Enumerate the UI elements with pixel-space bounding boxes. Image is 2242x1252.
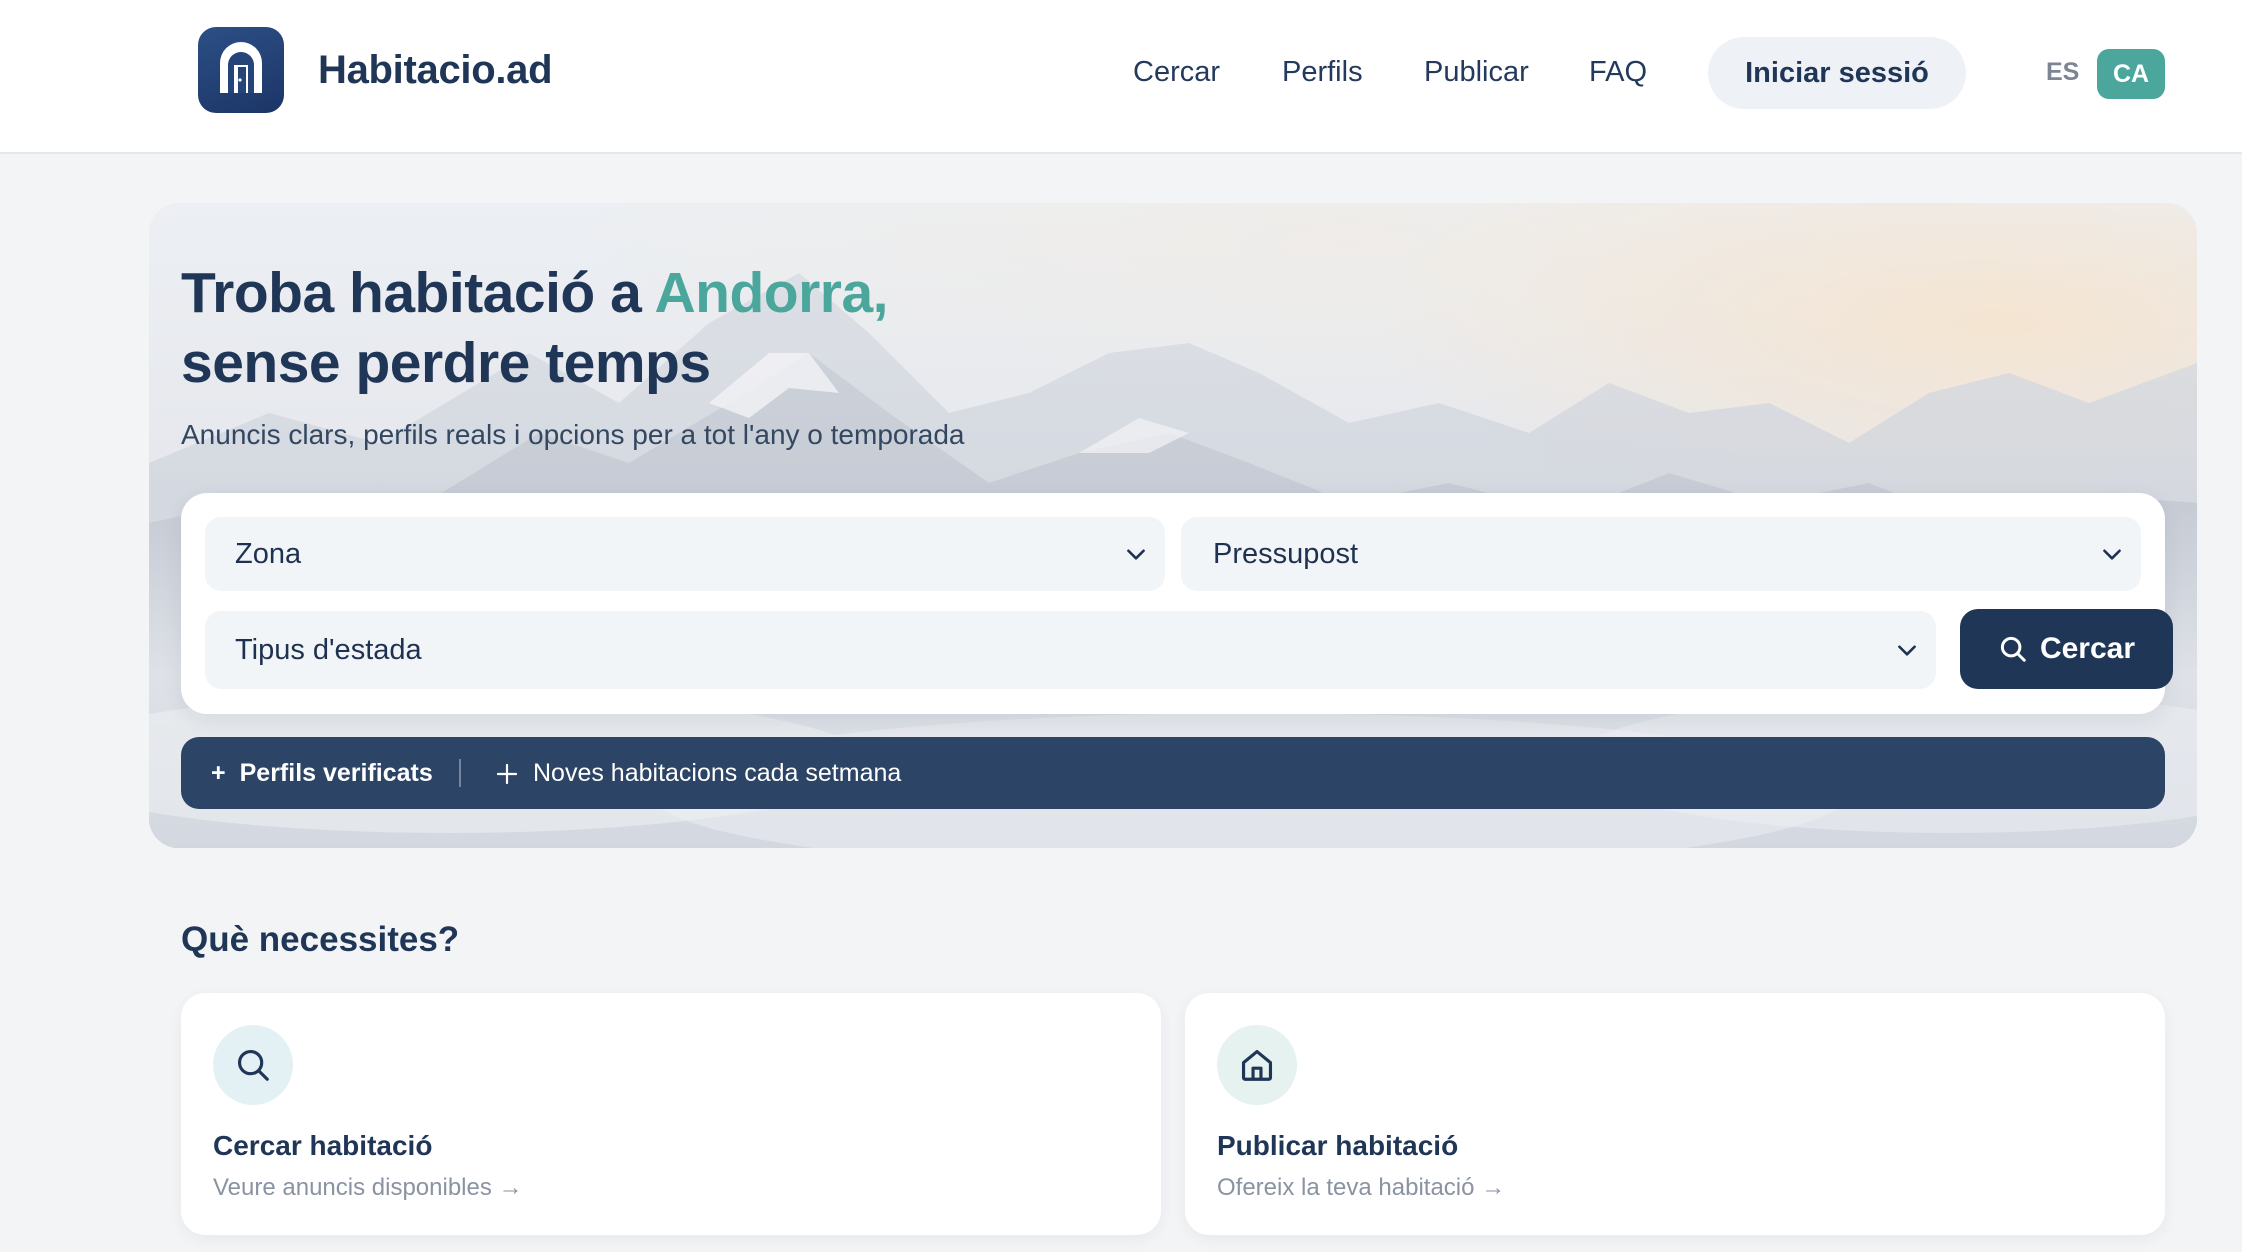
- login-button[interactable]: Iniciar sessió: [1708, 37, 1966, 109]
- budget-select[interactable]: Pressupost: [1181, 517, 2141, 591]
- nav-publicar[interactable]: Publicar: [1424, 56, 1529, 89]
- card-search-room[interactable]: Cercar habitació Veure anuncis disponibl…: [181, 993, 1161, 1235]
- feature-prefix: +: [211, 759, 226, 787]
- logo[interactable]: [198, 27, 284, 113]
- search-panel: Zona Pressupost Tipus d'estada Cercar: [181, 493, 2173, 714]
- stay-type-select[interactable]: Tipus d'estada: [205, 611, 1936, 689]
- section-title: Què necessites?: [181, 920, 460, 959]
- card-link[interactable]: Veure anuncis disponibles →: [213, 1174, 523, 1202]
- chevron-down-icon: [1127, 549, 1145, 560]
- search-icon: [2000, 636, 2026, 662]
- door-icon: [220, 42, 262, 93]
- hero-subtitle: Anuncis clars, perfils reals i opcions p…: [181, 419, 965, 450]
- nav-cercar[interactable]: Cercar: [1133, 56, 1220, 89]
- card-icon-bg: [213, 1025, 293, 1105]
- search-button[interactable]: Cercar: [1960, 609, 2173, 689]
- budget-select-label: Pressupost: [1213, 537, 1359, 570]
- card-icon-bg: [1217, 1025, 1297, 1105]
- lang-ca-button[interactable]: CA: [2097, 49, 2165, 99]
- feature-divider: [459, 759, 461, 787]
- hero-title-accent: Andorra,: [654, 261, 889, 325]
- search-button-label: Cercar: [2039, 632, 2136, 665]
- hero-title-part1: Troba habitació a: [181, 261, 655, 325]
- search-icon: [237, 1049, 269, 1081]
- card-publish-room[interactable]: Publicar habitació Ofereix la teva habit…: [1185, 993, 2165, 1235]
- feature-label: Perfils verificats: [239, 759, 433, 787]
- lang-es-button[interactable]: ES: [2046, 58, 2079, 87]
- feature-label: Noves habitacions cada setmana: [533, 759, 902, 787]
- card-title: Cercar habitació: [213, 1130, 433, 1161]
- card-link[interactable]: Ofereix la teva habitació →: [1217, 1174, 1505, 1202]
- stay-type-select-label: Tipus d'estada: [235, 633, 422, 666]
- hero-title-line2: sense perdre temps: [181, 331, 711, 395]
- hero-title: Troba habitació a Andorra, sense perdre …: [181, 258, 889, 398]
- zone-select-label: Zona: [235, 537, 302, 570]
- chevron-down-icon: [2103, 549, 2121, 560]
- home-icon: [1241, 1049, 1273, 1081]
- brand-name[interactable]: Habitacio.ad: [318, 48, 553, 93]
- nav-faq[interactable]: FAQ: [1589, 56, 1647, 89]
- plus-icon: [496, 763, 518, 784]
- feature-verified-profiles: + Perfils verificats: [211, 759, 433, 788]
- zone-select[interactable]: Zona: [205, 517, 1165, 591]
- card-title: Publicar habitació: [1217, 1130, 1459, 1161]
- feature-new-rooms: Noves habitacions cada setmana: [495, 759, 901, 788]
- chevron-down-icon: [1898, 645, 1916, 656]
- hero-banner: Troba habitació a Andorra, sense perdre …: [149, 203, 2197, 848]
- nav-perfils[interactable]: Perfils: [1282, 56, 1363, 89]
- features-bar: + Perfils verificats Noves habitacions c…: [181, 737, 2165, 809]
- top-header: Habitacio.ad Cercar Perfils Publicar FAQ…: [0, 0, 2242, 154]
